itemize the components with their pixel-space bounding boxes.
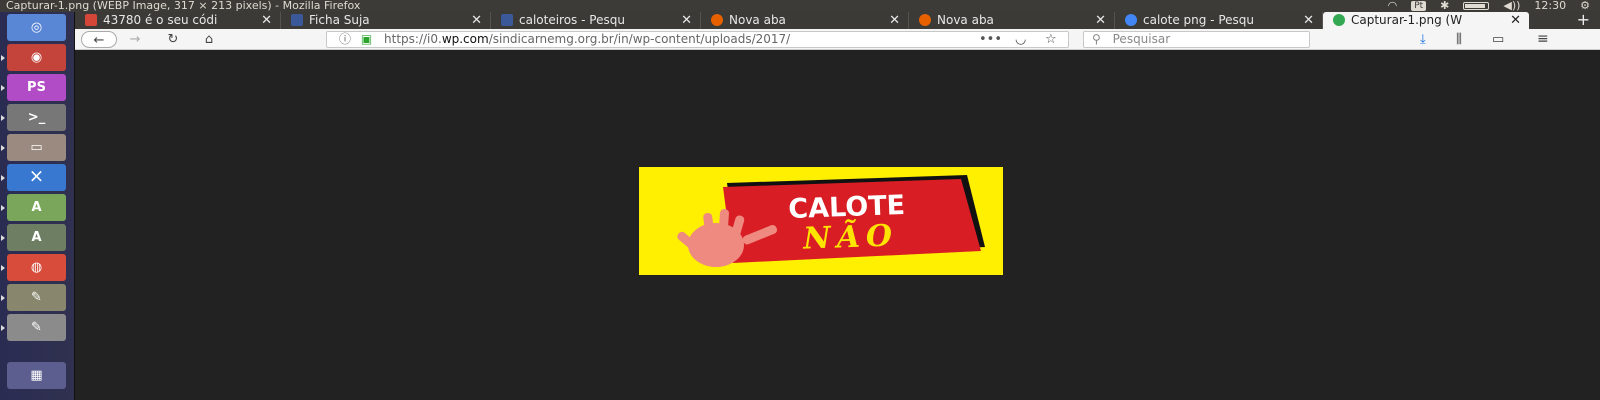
text-editor-icon[interactable]: ✎ [1, 314, 66, 341]
close-tab-icon[interactable]: ✕ [889, 12, 900, 29]
calote-nao-image[interactable]: CALOTE NÃO [639, 167, 1003, 275]
chrome-icon[interactable]: ◉ [1, 44, 66, 71]
close-tab-icon[interactable]: ✕ [1303, 12, 1314, 29]
battery-icon[interactable] [1463, 2, 1490, 10]
running-indicator [1, 205, 5, 211]
tab-label: Capturar-1.png (W [1351, 13, 1463, 27]
url-prefix: https://i0. [384, 32, 442, 46]
system-tray: ◠ Pt ✱ ◀)) 12:30 ⚙ [1388, 0, 1590, 12]
keyboard-layout-indicator[interactable]: Pt [1411, 1, 1427, 11]
running-indicator [1, 235, 5, 241]
tab-active[interactable]: Capturar-1.png (W ✕ [1323, 12, 1529, 29]
gimp-icon[interactable]: ✎ [1, 284, 66, 311]
phpstorm-icon[interactable]: PS [1, 74, 66, 101]
search-icon: ⚲ [1092, 32, 1101, 46]
tab-label: 43780 é o seu códi [103, 13, 218, 27]
page-content: CALOTE NÃO [75, 50, 1600, 400]
android-studio-icon[interactable]: A [1, 194, 66, 221]
gmail-favicon-icon [85, 14, 97, 26]
tab[interactable]: Nova aba ✕ [701, 12, 909, 29]
lock-icon[interactable]: ▣ [361, 32, 372, 46]
firefox-favicon-icon [711, 14, 723, 26]
running-indicator [1, 175, 5, 181]
tab-bar: 43780 é o seu códi ✕ Ficha Suja ✕ calote… [75, 10, 1600, 29]
new-tab-button[interactable]: + [1577, 10, 1590, 29]
running-indicator [1, 145, 5, 151]
window-title: Capturar-1.png (WEBP Image, 317 × 213 pi… [6, 0, 361, 12]
home-button[interactable]: ⌂ [199, 31, 219, 48]
volume-icon[interactable]: ◀)) [1503, 0, 1520, 12]
downloads-icon[interactable]: ⤓ [1420, 31, 1426, 48]
running-indicator [1, 55, 5, 61]
wifi-icon[interactable]: ◠ [1388, 0, 1398, 12]
running-indicator [1, 85, 5, 91]
search-placeholder: Pesquisar [1112, 32, 1171, 46]
launcher: ◎ ◉ PS >_ ▭ ⨉ A A ◍ ✎ ✎ ▦ [0, 12, 75, 400]
files-icon[interactable]: ▭ [1, 134, 66, 161]
url-path: /sindicarnemg.org.br/in/wp-content/uploa… [488, 32, 791, 46]
url-bar[interactable]: ⓘ ▣ https://i0.wp.com/sindicarnemg.org.b… [326, 31, 1069, 48]
pocket-icon[interactable]: ◡ [1015, 31, 1026, 48]
software-updater-icon[interactable]: A [1, 224, 66, 251]
menu-icon[interactable]: ≡ [1537, 31, 1549, 48]
tab[interactable]: 43780 é o seu códi ✕ [75, 12, 281, 29]
library-icon[interactable]: ⫼ [1456, 31, 1462, 48]
firefox-favicon-icon [919, 14, 931, 26]
navigation-bar: ← → ↻ ⌂ ⓘ ▣ https://i0.wp.com/sindicarne… [75, 29, 1600, 50]
clock[interactable]: 12:30 [1534, 0, 1566, 12]
google-favicon-icon [1125, 14, 1137, 26]
tab-label: Nova aba [729, 13, 786, 27]
close-tab-icon[interactable]: ✕ [261, 12, 272, 29]
close-tab-icon[interactable]: ✕ [1510, 12, 1521, 29]
running-indicator [1, 325, 5, 331]
tab[interactable]: Ficha Suja ✕ [281, 12, 491, 29]
page-actions-button[interactable]: ••• [979, 31, 1002, 48]
back-button[interactable]: ← [81, 31, 117, 48]
firefox-icon[interactable]: ◍ [1, 254, 66, 281]
tab[interactable]: caloteiros - Pesqu ✕ [491, 12, 701, 29]
tab-label: calote png - Pesqu [1143, 13, 1254, 27]
tab-label: Nova aba [937, 13, 994, 27]
trash-icon[interactable]: ▦ [7, 362, 66, 389]
terminal-icon[interactable]: >_ [1, 104, 66, 131]
bookmark-star-icon[interactable]: ☆ [1045, 31, 1057, 48]
sidebar-icon[interactable]: ▭ [1492, 31, 1504, 48]
bluetooth-icon[interactable]: ✱ [1440, 0, 1449, 12]
tab[interactable]: calote png - Pesqu ✕ [1115, 12, 1323, 29]
reload-button[interactable]: ↻ [163, 31, 183, 48]
running-indicator [1, 115, 5, 121]
info-icon[interactable]: ⓘ [339, 32, 351, 46]
forward-button[interactable]: → [125, 31, 145, 48]
sign-bottom-text: NÃO [802, 217, 899, 256]
top-panel: Capturar-1.png (WEBP Image, 317 × 213 pi… [0, 0, 1600, 12]
image-favicon-icon [1333, 14, 1345, 26]
ubuntu-dash-icon[interactable]: ◎ [7, 14, 66, 41]
running-indicator [1, 265, 5, 271]
close-tab-icon[interactable]: ✕ [681, 12, 692, 29]
calote-nao-graphic: CALOTE NÃO [639, 167, 1003, 275]
close-tab-icon[interactable]: ✕ [1095, 12, 1106, 29]
tab[interactable]: Nova aba ✕ [909, 12, 1115, 29]
vscode-icon[interactable]: ⨉ [1, 164, 66, 191]
url-domain: wp.com [441, 32, 489, 46]
running-indicator [1, 295, 5, 301]
facebook-favicon-icon [291, 14, 303, 26]
tab-label: Ficha Suja [309, 13, 370, 27]
tab-label: caloteiros - Pesqu [519, 13, 625, 27]
close-tab-icon[interactable]: ✕ [471, 12, 482, 29]
search-input[interactable]: ⚲ Pesquisar [1083, 31, 1310, 48]
facebook-favicon-icon [501, 14, 513, 26]
